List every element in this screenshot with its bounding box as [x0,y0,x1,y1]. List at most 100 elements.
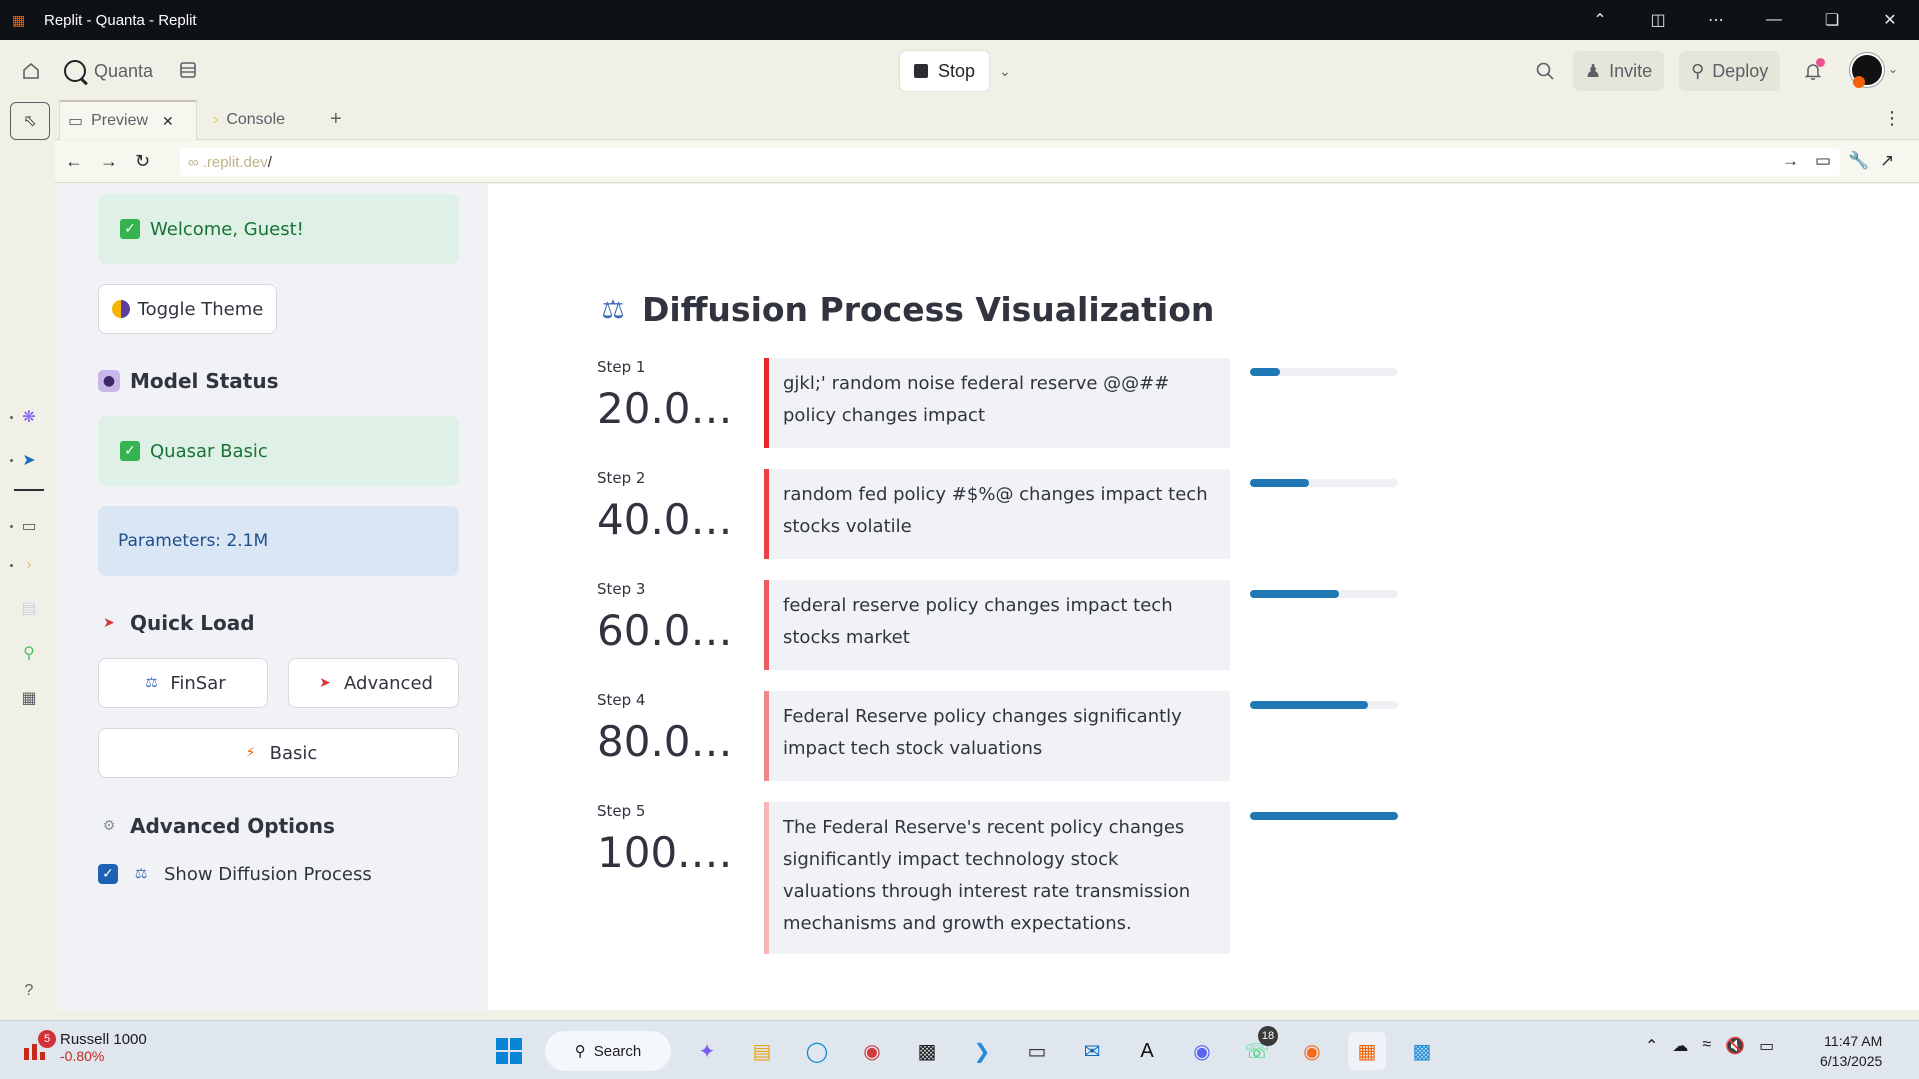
step-progress-fill [1250,368,1280,376]
preview-urlbar: ← → ↻ ∞ .replit.dev / → ▭ 🔧 ↗ [55,141,1919,183]
open-external-icon[interactable]: ↗ [1880,151,1894,171]
terminal-app-icon[interactable]: ▩ [908,1032,946,1070]
close-window-button[interactable]: ✕ [1861,10,1919,30]
project-name: Quanta [94,60,154,81]
restore-button[interactable]: ❏ [1803,10,1861,30]
database-icon[interactable] [176,58,200,82]
rail-dot [10,525,13,528]
select-element-icon[interactable]: ⬁ [10,102,50,140]
widget-name: Russell 1000 [60,1031,147,1048]
clock-date: 6/13/2025 [1820,1053,1883,1069]
half-moon-icon [111,300,130,318]
devices-icon[interactable]: ▭ [1815,151,1831,171]
agent-icon[interactable]: ➤ [17,448,41,472]
forward-icon[interactable]: → [100,151,118,172]
chevron-up-icon[interactable]: ⌃ [1571,10,1629,30]
console-icon[interactable]: › [17,553,41,577]
cast-icon[interactable]: ◫ [1629,10,1687,30]
app-preview: ✓ Welcome, Guest! Toggle Theme ● Model S… [55,184,1919,1010]
copilot-icon[interactable]: ✦ [688,1032,726,1070]
taskbar-search[interactable]: ⚲ Search [545,1031,671,1071]
run-controls: Stop ⌄ [900,51,1011,91]
stop-button[interactable]: Stop [900,51,990,91]
checkbox-checked[interactable]: ✓ [98,864,118,884]
preview-icon[interactable]: ▭ [17,514,41,538]
toggle-theme-button[interactable]: Toggle Theme [98,284,277,334]
step-progress-fill [1250,479,1310,487]
quick-load-heading: ➤ Quick Load [98,611,254,635]
step-label: Step 2 [597,469,646,487]
kebab-menu-icon[interactable]: ⋮ [1883,108,1901,129]
tab-label: Preview [91,112,149,129]
window-controls: ⌃ ◫ ⋯ — ❏ ✕ [1571,0,1919,40]
discord-icon[interactable]: ◉ [1183,1032,1221,1070]
widget-badge: 5 [38,1029,56,1048]
step-text: gjkl;' random noise federal reserve @@##… [764,358,1230,448]
battery-icon[interactable]: ▭ [1759,1036,1774,1056]
chevron-up-icon[interactable]: ⌃ [1645,1036,1658,1056]
toggle-theme-label: Toggle Theme [137,298,264,320]
step-percent: 60.00% [597,606,742,655]
tab-preview[interactable]: ▭ Preview ✕ [59,100,197,140]
tab-console[interactable]: › Console [205,100,325,140]
workflows-icon[interactable]: ❋ [17,405,41,429]
deployments-icon[interactable]: ⚲ [17,641,41,665]
show-diffusion-checkbox[interactable]: ✓ ⚖ Show Diffusion Process [98,863,372,885]
back-icon[interactable]: ← [65,151,83,172]
home-icon[interactable] [18,58,44,84]
step-percent: 80.00% [597,717,742,766]
step-text: random fed policy #$%@ changes impact te… [764,469,1230,559]
database-icon[interactable]: ▤ [17,596,41,620]
clock[interactable]: 11:47 AM 6/13/2025 [1820,1031,1882,1071]
volume-muted-icon[interactable]: 🔇 [1725,1036,1745,1056]
link-icon: ∞ [188,153,199,171]
step-progress-bar [1250,368,1398,376]
stock-widget[interactable]: 5 Russell 1000 -0.80% [22,1029,147,1064]
photos-icon[interactable]: ▩ [1403,1032,1441,1070]
go-icon[interactable]: → [1782,151,1799,171]
terminal-icon[interactable]: ▭ [1018,1032,1056,1070]
basic-button[interactable]: ⚡ Basic [98,728,459,778]
more-icon[interactable]: ⋯ [1687,10,1745,30]
url-input[interactable]: ∞ .replit.dev / [180,148,1840,176]
outlook-icon[interactable]: ✉ [1073,1032,1111,1070]
advanced-button[interactable]: ➤ Advanced [288,658,459,708]
edge-icon[interactable]: ◯ [798,1032,836,1070]
all-tools-icon[interactable]: ▦ [17,686,41,710]
taskbar: 5 Russell 1000 -0.80% ⚲ Search ✦ ▤ ◯ ◉ ▩… [0,1020,1919,1079]
robot-icon: ● [98,370,120,392]
devtools-icon[interactable]: 🔧 [1848,151,1869,171]
step-progress-fill [1250,701,1369,709]
search-icon[interactable] [1532,58,1558,84]
chevron-down-icon[interactable]: ⌄ [999,63,1011,80]
invite-button[interactable]: ♟ Invite [1573,51,1665,91]
notion-icon[interactable]: A [1128,1032,1166,1070]
step-label: Step 4 [597,691,646,709]
onedrive-icon[interactable]: ☁ [1672,1036,1688,1056]
wifi-icon[interactable]: ≈ [1702,1036,1711,1056]
close-icon[interactable]: ✕ [162,113,174,130]
chevron-down-icon[interactable]: ⌄ [1888,62,1898,76]
whatsapp-icon[interactable]: ☏ 18 [1238,1026,1278,1070]
chrome-icon[interactable]: ◉ [853,1032,891,1070]
help-icon[interactable]: ? [17,979,41,1003]
finsar-button[interactable]: ⚖ FinSar [98,658,268,708]
step-progress-bar [1250,701,1398,709]
rail-dot [10,416,13,419]
diffusion-step: Step 3 60.00% federal reserve policy chang… [597,580,1398,670]
project-switcher[interactable]: Quanta [64,56,153,86]
vscode-icon[interactable]: ❯ [963,1032,1001,1070]
replit-app-icon[interactable]: ▦ [1348,1032,1386,1070]
rail-dot [10,564,13,567]
check-icon: ✓ [120,219,140,239]
brave-icon[interactable]: ◉ [1293,1032,1331,1070]
deploy-button[interactable]: ⚲ Deploy [1679,51,1781,91]
file-explorer-icon[interactable]: ▤ [743,1032,781,1070]
add-tab-icon[interactable]: + [330,108,342,131]
minimize-button[interactable]: — [1745,11,1803,29]
tool-rail: ⬁ ❋ ➤ ▭ › ▤ ⚲ ▦ ? [0,100,55,1020]
step-text: federal reserve policy changes impact te… [764,580,1230,670]
reload-icon[interactable]: ↻ [135,151,150,172]
advanced-options-heading: ⚙ Advanced Options [98,814,335,838]
windows-start-icon[interactable] [490,1032,528,1070]
